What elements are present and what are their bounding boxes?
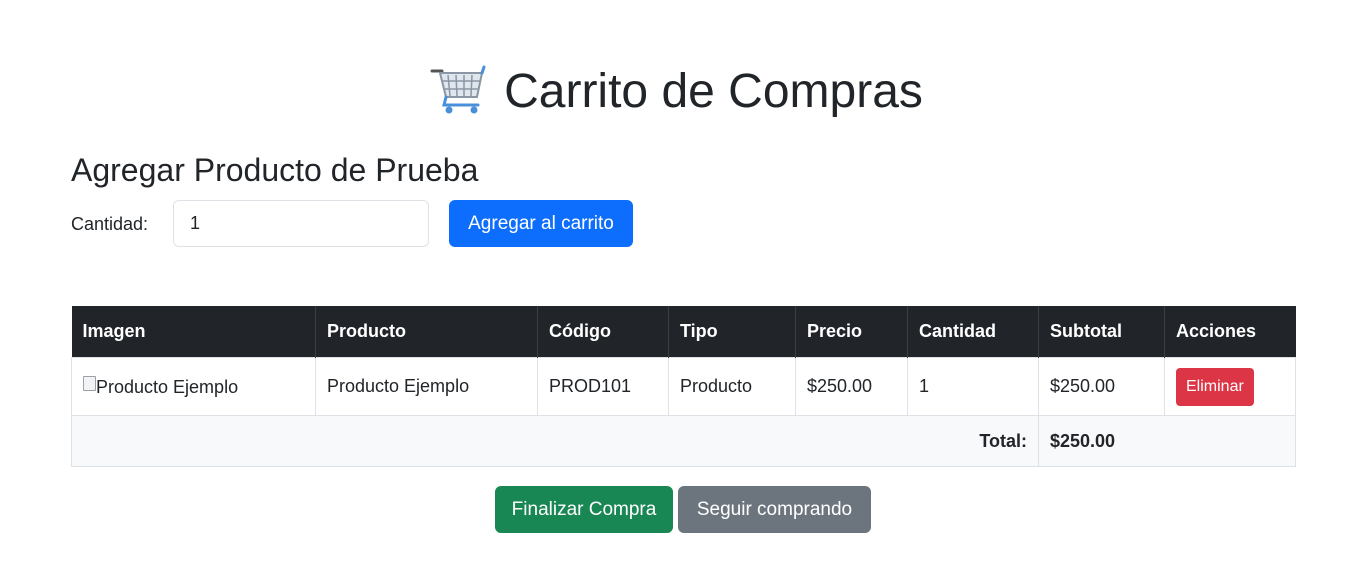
column-header-code: Código	[537, 306, 669, 358]
column-header-actions: Acciones	[1164, 306, 1296, 358]
total-label: Total:	[71, 415, 1039, 467]
product-code: PROD101	[537, 357, 669, 416]
product-name: Producto Ejemplo	[315, 357, 538, 416]
page-title-text: Carrito de Compras	[504, 65, 923, 118]
column-header-type: Tipo	[668, 306, 796, 358]
quantity-input[interactable]	[173, 200, 429, 247]
column-header-subtotal: Subtotal	[1038, 306, 1165, 358]
product-image: Producto Ejemplo	[83, 376, 239, 398]
add-product-title: Agregar Producto de Prueba	[71, 152, 479, 188]
continue-shopping-button[interactable]: Seguir comprando	[678, 486, 871, 533]
product-type: Producto	[668, 357, 796, 416]
product-subtotal: $250.00	[1038, 357, 1165, 416]
column-header-product: Producto	[315, 306, 538, 358]
table-header: Imagen Producto Código Tipo Precio Canti…	[71, 306, 1296, 358]
table-row: Producto Ejemplo Producto Ejemplo PROD10…	[71, 357, 1296, 416]
cart-page: Carrito de Compras Agregar Producto de P…	[0, 0, 1353, 573]
delete-button[interactable]: Eliminar	[1176, 367, 1254, 406]
shopping-cart-icon	[430, 65, 486, 114]
actions-cell: Eliminar	[1164, 357, 1296, 416]
total-value: $250.00	[1038, 415, 1296, 467]
product-price: $250.00	[795, 357, 908, 416]
quantity-label: Cantidad:	[71, 214, 149, 234]
product-image-cell: Producto Ejemplo	[71, 357, 316, 416]
checkout-button[interactable]: Finalizar Compra	[495, 486, 673, 533]
product-quantity: 1	[907, 357, 1039, 416]
page-title: Carrito de Compras	[0, 60, 1353, 124]
column-header-image: Imagen	[71, 306, 316, 358]
add-to-cart-button[interactable]: Agregar al carrito	[449, 200, 633, 247]
product-image-alt: Producto Ejemplo	[96, 377, 239, 397]
column-header-quantity: Cantidad	[907, 306, 1039, 358]
column-header-price: Precio	[795, 306, 908, 358]
cart-table: Imagen Producto Código Tipo Precio Canti…	[71, 306, 1296, 467]
broken-image-icon	[83, 376, 96, 391]
total-row: Total: $250.00	[71, 415, 1296, 467]
